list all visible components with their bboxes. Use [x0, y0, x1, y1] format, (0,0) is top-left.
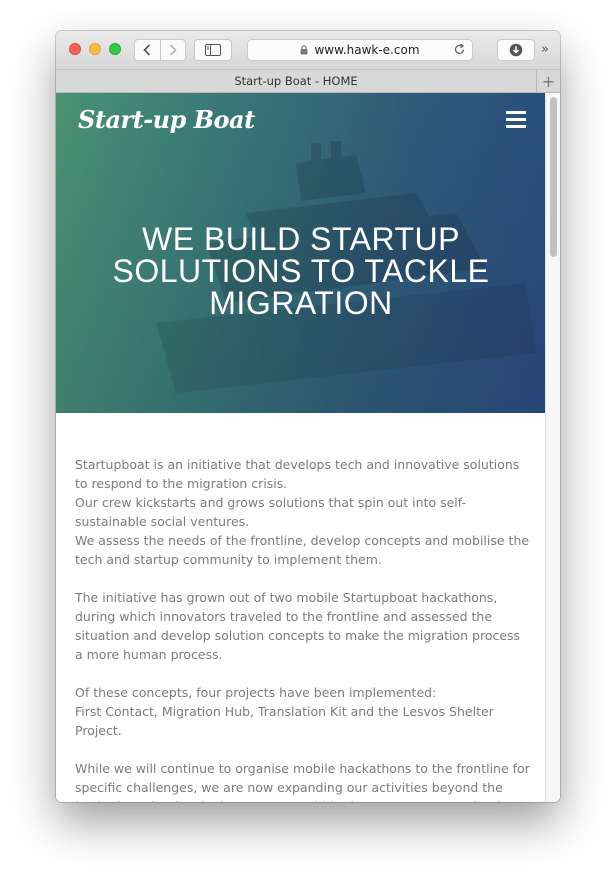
text-line: Startupboat is an initiative that develo…	[75, 457, 520, 491]
chevron-right-icon	[169, 44, 177, 56]
paragraph: Of these concepts, four projects have be…	[75, 683, 530, 740]
scrollbar-thumb[interactable]	[550, 97, 557, 257]
paragraph: While we will continue to organise mobil…	[75, 759, 530, 802]
close-window-button[interactable]	[69, 43, 81, 55]
minimize-window-button[interactable]	[89, 43, 101, 55]
text-line: We assess the needs of the frontline, de…	[75, 533, 530, 567]
text-line: While we will continue to organise mobil…	[75, 761, 530, 802]
more-toolbar-items-icon[interactable]: »	[541, 42, 549, 57]
paragraph: Startupboat is an initiative that develo…	[75, 455, 530, 569]
navigation-buttons	[134, 39, 186, 61]
site-logo[interactable]: Start-up Boat	[78, 105, 255, 134]
back-button[interactable]	[135, 40, 160, 60]
sidebar-toggle-button[interactable]	[194, 39, 232, 61]
sidebar-icon	[205, 44, 221, 56]
browser-toolbar: www.hawk-e.com »	[56, 31, 560, 69]
paragraph: The initiative has grown out of two mobi…	[75, 588, 530, 664]
new-tab-button[interactable]: +	[536, 70, 560, 92]
web-page: Start-up Boat We build startup solutions…	[56, 93, 545, 802]
zoom-window-button[interactable]	[109, 43, 121, 55]
download-icon	[509, 43, 523, 57]
text-line: Of these concepts, four projects have be…	[75, 685, 437, 700]
active-tab[interactable]: Start-up Boat - HOME	[56, 70, 536, 92]
hero-banner: Start-up Boat We build startup solutions…	[56, 93, 545, 413]
browser-window: www.hawk-e.com » Start-up Boat - HOME + …	[56, 31, 560, 802]
downloads-button[interactable]	[497, 39, 535, 61]
address-bar[interactable]: www.hawk-e.com	[247, 39, 473, 61]
text-line: First Contact, Migration Hub, Translatio…	[75, 704, 494, 738]
hamburger-menu-icon[interactable]	[506, 111, 526, 128]
intro-text: Startupboat is an initiative that develo…	[75, 455, 530, 802]
reload-icon[interactable]	[453, 43, 466, 56]
forward-button[interactable]	[159, 40, 186, 60]
text-line: The initiative has grown out of two mobi…	[75, 590, 521, 662]
tab-bar: Start-up Boat - HOME +	[56, 69, 560, 93]
vertical-scrollbar[interactable]	[545, 93, 560, 802]
hero-title: We build startup solutions to tackle mig…	[112, 221, 490, 321]
chevron-left-icon	[143, 44, 151, 56]
text-line: Our crew kickstarts and grows solutions …	[75, 495, 466, 529]
lock-icon	[300, 45, 308, 55]
url-text: www.hawk-e.com	[314, 43, 420, 57]
